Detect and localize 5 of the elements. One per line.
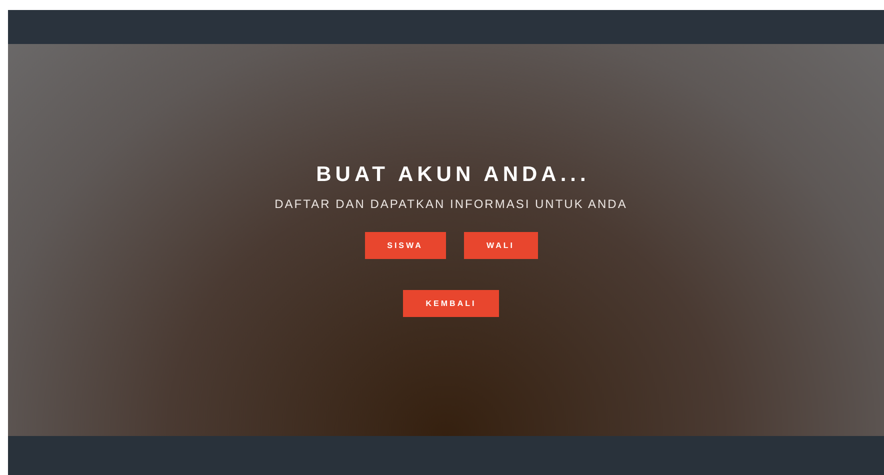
hero-title: BUAT AKUN ANDA... [316, 162, 590, 188]
action-button[interactable]: SISWA [364, 232, 446, 259]
hero-subtitle: DAFTAR DAN DAPATKAN INFORMASI UNTUK ANDA [274, 196, 628, 213]
action-button[interactable]: KEMBALI [403, 290, 499, 317]
action-button[interactable]: WALI [464, 232, 538, 259]
